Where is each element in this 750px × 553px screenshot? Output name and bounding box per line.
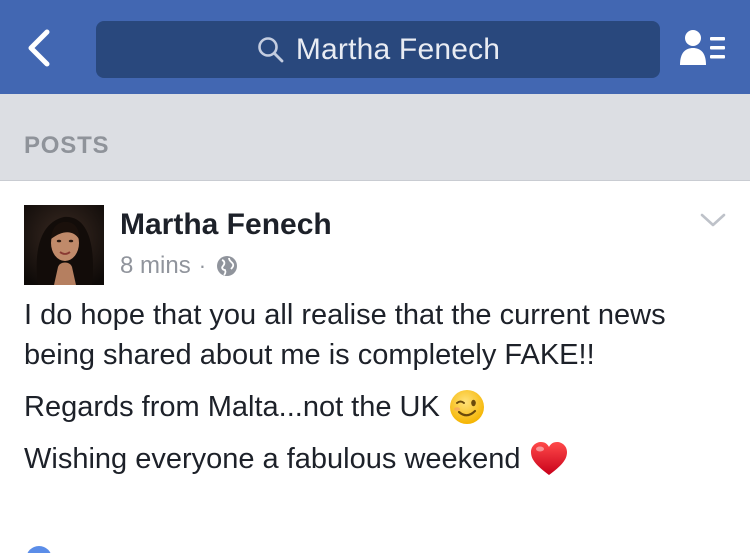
globe-icon bbox=[216, 255, 238, 277]
post-paragraph-row: Wishing everyone a fabulous weekend bbox=[24, 439, 724, 479]
search-icon bbox=[256, 35, 286, 65]
friends-list-icon bbox=[680, 30, 725, 65]
winking-face-emoji-icon bbox=[448, 388, 486, 426]
chevron-left-icon bbox=[28, 29, 50, 67]
post-paragraph: Wishing everyone a fabulous weekend bbox=[24, 443, 521, 475]
post-body: I do hope that you all realise that the … bbox=[24, 295, 724, 479]
posts-section-header: POSTS bbox=[0, 94, 750, 181]
post-paragraph-row: Regards from Malta...not the UK bbox=[24, 387, 724, 427]
red-heart-emoji-icon bbox=[529, 441, 569, 477]
friends-list-button[interactable] bbox=[672, 22, 736, 74]
section-title: POSTS bbox=[24, 132, 110, 159]
chevron-down-icon bbox=[700, 213, 726, 227]
avatar-photo bbox=[24, 205, 104, 285]
search-query-text: Martha Fenech bbox=[295, 32, 501, 66]
back-button[interactable] bbox=[14, 22, 66, 74]
top-navigation-bar: Martha Fenech bbox=[0, 0, 750, 94]
post-author-name[interactable]: Martha Fenech bbox=[120, 208, 332, 242]
post-timestamp[interactable]: 8 mins bbox=[120, 252, 191, 280]
search-field[interactable]: Martha Fenech bbox=[96, 21, 660, 78]
post-paragraph: I do hope that you all realise that the … bbox=[24, 299, 666, 371]
post-paragraph: Regards from Malta...not the UK bbox=[24, 391, 440, 423]
avatar[interactable] bbox=[24, 205, 104, 285]
meta-separator: · bbox=[198, 253, 207, 278]
post-options-button[interactable] bbox=[696, 207, 730, 233]
post-meta: 8 mins · bbox=[120, 251, 238, 281]
post-card: Martha Fenech 8 mins · I do hope that yo… bbox=[0, 181, 750, 553]
